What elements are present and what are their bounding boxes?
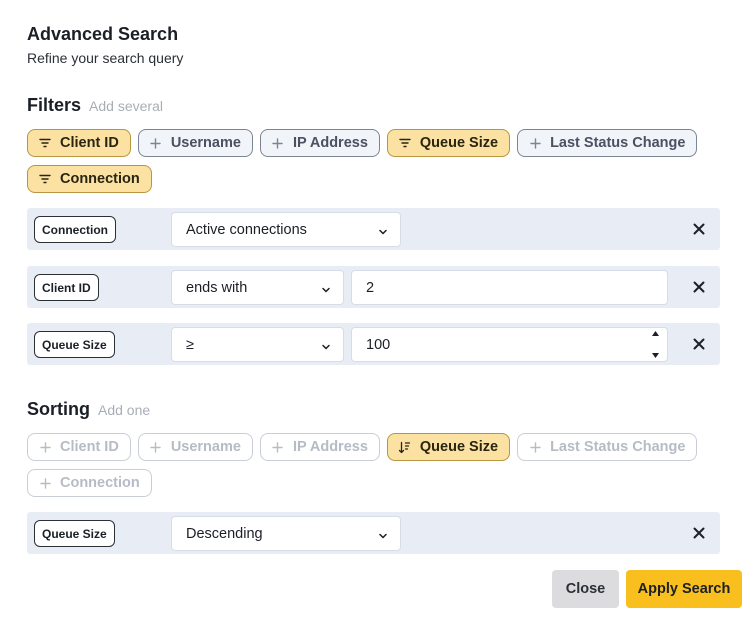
- filter-rule-queue-size: Queue Size ≥ 100: [27, 323, 720, 365]
- select-value: Descending: [186, 525, 263, 542]
- filter-chip-ip-address[interactable]: IP Address: [259, 129, 380, 157]
- close-icon: [693, 338, 705, 350]
- filter-chip-client-id[interactable]: Client ID: [27, 129, 131, 157]
- filters-header: Filters Add several: [27, 95, 163, 116]
- plus-icon: [38, 476, 52, 490]
- chip-label: Username: [170, 135, 241, 151]
- select-value: Active connections: [186, 221, 307, 238]
- sort-chip-row-1: Client ID Username IP Address Queue Size…: [27, 433, 704, 461]
- chip-label: Connection: [60, 475, 140, 491]
- chevron-down-icon: [321, 283, 331, 293]
- chip-label: IP Address: [292, 135, 368, 151]
- chip-label: Queue Size: [419, 439, 499, 455]
- remove-filter-button[interactable]: [690, 335, 708, 353]
- sort-descending-icon: [398, 440, 412, 454]
- plus-icon: [149, 136, 163, 150]
- decrement-arrow-icon: [651, 353, 659, 358]
- select-value: ends with: [186, 279, 248, 296]
- input-value: 100: [366, 336, 391, 353]
- chevron-down-icon: [321, 340, 331, 350]
- close-icon: [693, 223, 705, 235]
- chip-label: Username: [170, 439, 241, 455]
- sorting-hint: Add one: [98, 402, 151, 418]
- filter-icon: [38, 172, 52, 186]
- chip-label: IP Address: [292, 439, 368, 455]
- connection-operator-select[interactable]: Active connections: [171, 212, 401, 247]
- filter-chip-row-1: Client ID Username IP Address Queue Size…: [27, 129, 704, 157]
- filter-icon: [398, 136, 412, 150]
- queue-size-value-input[interactable]: 100: [351, 327, 668, 362]
- filters-heading: Filters: [27, 95, 82, 115]
- chip-label: Connection: [60, 171, 140, 187]
- dialog-subtitle: Refine your search query: [27, 50, 184, 66]
- chip-label: Last Status Change: [550, 135, 686, 151]
- filter-chip-connection[interactable]: Connection: [27, 165, 152, 193]
- sort-chip-ip-address[interactable]: IP Address: [259, 433, 380, 461]
- remove-filter-button[interactable]: [690, 278, 708, 296]
- filter-chip-row-2: Connection: [27, 165, 159, 193]
- rule-tag: Connection: [34, 216, 116, 243]
- increment-arrow-icon: [651, 331, 659, 336]
- sort-chip-queue-size[interactable]: Queue Size: [386, 433, 511, 461]
- sort-chip-last-status-change[interactable]: Last Status Change: [517, 433, 698, 461]
- filter-icon: [38, 136, 52, 150]
- client-id-value-input[interactable]: 2: [351, 270, 668, 305]
- sort-chip-username[interactable]: Username: [137, 433, 253, 461]
- chip-label: Client ID: [60, 439, 119, 455]
- dialog-title: Advanced Search: [27, 24, 179, 44]
- filters-hint: Add several: [89, 98, 163, 114]
- sort-chip-client-id[interactable]: Client ID: [27, 433, 131, 461]
- remove-sort-button[interactable]: [690, 524, 708, 542]
- close-button[interactable]: Close: [552, 570, 619, 608]
- close-icon: [693, 527, 705, 539]
- plus-icon: [271, 440, 285, 454]
- select-value: ≥: [186, 336, 194, 353]
- rule-tag: Queue Size: [34, 520, 115, 547]
- filter-rule-connection: Connection Active connections: [27, 208, 720, 250]
- plus-icon: [528, 136, 542, 150]
- filter-chip-last-status-change[interactable]: Last Status Change: [517, 129, 698, 157]
- sorting-header: Sorting Add one: [27, 399, 150, 420]
- plus-icon: [528, 440, 542, 454]
- chip-label: Client ID: [60, 135, 119, 151]
- rule-tag: Queue Size: [34, 331, 115, 358]
- client-id-operator-select[interactable]: ends with: [171, 270, 344, 305]
- sort-chip-connection[interactable]: Connection: [27, 469, 152, 497]
- filter-chip-username[interactable]: Username: [137, 129, 253, 157]
- plus-icon: [149, 440, 163, 454]
- chip-label: Last Status Change: [550, 439, 686, 455]
- filter-chip-queue-size[interactable]: Queue Size: [386, 129, 511, 157]
- chip-label: Queue Size: [419, 135, 499, 151]
- chevron-down-icon: [378, 225, 388, 235]
- apply-search-button[interactable]: Apply Search: [626, 570, 742, 608]
- chevron-down-icon: [378, 529, 388, 539]
- input-value: 2: [366, 279, 375, 296]
- sort-rule-queue-size: Queue Size Descending: [27, 512, 720, 554]
- queue-size-operator-select[interactable]: ≥: [171, 327, 344, 362]
- sort-direction-select[interactable]: Descending: [171, 516, 401, 551]
- rule-tag: Client ID: [34, 274, 99, 301]
- remove-filter-button[interactable]: [690, 220, 708, 238]
- close-icon: [693, 281, 705, 293]
- plus-icon: [271, 136, 285, 150]
- plus-icon: [38, 440, 52, 454]
- sort-chip-row-2: Connection: [27, 469, 159, 497]
- number-stepper[interactable]: [645, 330, 665, 359]
- sorting-heading: Sorting: [27, 399, 90, 419]
- filter-rule-client-id: Client ID ends with 2: [27, 266, 720, 308]
